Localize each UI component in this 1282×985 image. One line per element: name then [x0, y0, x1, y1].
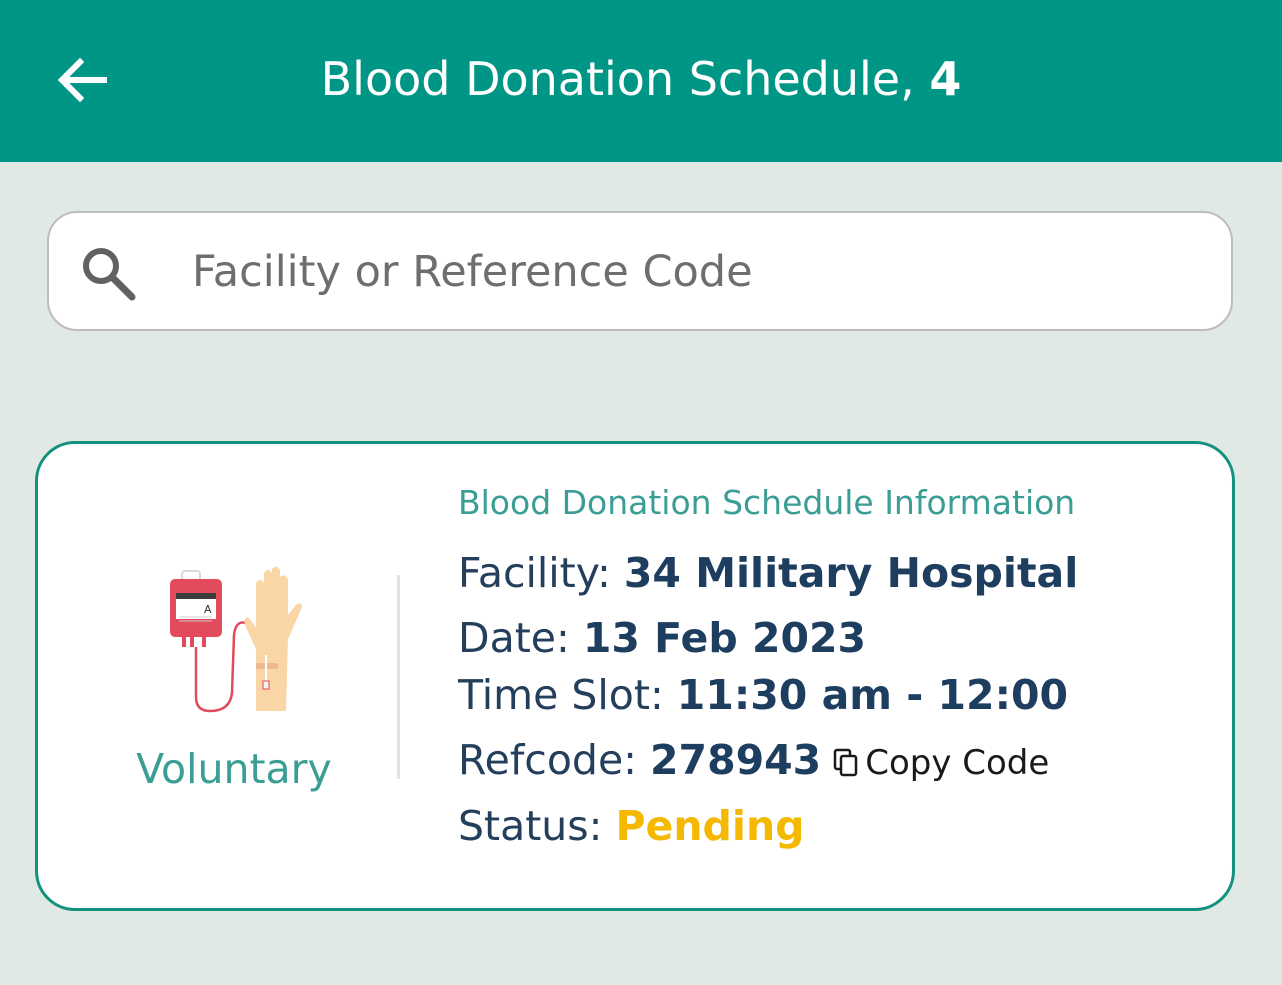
- app-bar: Blood Donation Schedule, 4: [0, 0, 1282, 162]
- card-divider: [397, 575, 400, 779]
- copy-icon: [833, 748, 858, 777]
- status-badge: Pending: [615, 802, 805, 850]
- copy-code-label: Copy Code: [865, 743, 1050, 783]
- date-label: Date:: [458, 614, 583, 662]
- page-title: Blood Donation Schedule, 4: [0, 47, 1282, 111]
- donation-type-label: Voluntary: [136, 745, 332, 793]
- date-value: 13 Feb 2023: [582, 614, 867, 662]
- facility-value: 34 Military Hospital: [623, 549, 1079, 597]
- date-row: Date: 13 Feb 2023: [458, 609, 866, 667]
- copy-code-button[interactable]: Copy Code: [833, 734, 1049, 792]
- refcode-row: Refcode: 278943 Copy Code: [458, 731, 1049, 792]
- time-slot-value: 11:30 am - 12:00: [676, 671, 1069, 719]
- status-label: Status:: [458, 802, 616, 850]
- page-title-text: Blood Donation Schedule,: [320, 52, 930, 106]
- status-row: Status: Pending: [458, 797, 804, 855]
- blood-bag-arm-illustration: A: [170, 566, 302, 713]
- refcode-value: 278943: [650, 736, 822, 784]
- schedule-count: 4: [929, 52, 962, 106]
- facility-label: Facility:: [458, 549, 624, 597]
- search-input[interactable]: [192, 241, 1192, 303]
- card-heading: Blood Donation Schedule Information: [458, 483, 1076, 522]
- time-slot-row: Time Slot: 11:30 am - 12:00: [458, 666, 1068, 724]
- blood-type-label: A: [204, 603, 212, 616]
- refcode-label: Refcode:: [458, 736, 651, 784]
- facility-row: Facility: 34 Military Hospital: [458, 544, 1078, 602]
- search-icon: [83, 248, 136, 301]
- time-slot-label: Time Slot:: [458, 671, 677, 719]
